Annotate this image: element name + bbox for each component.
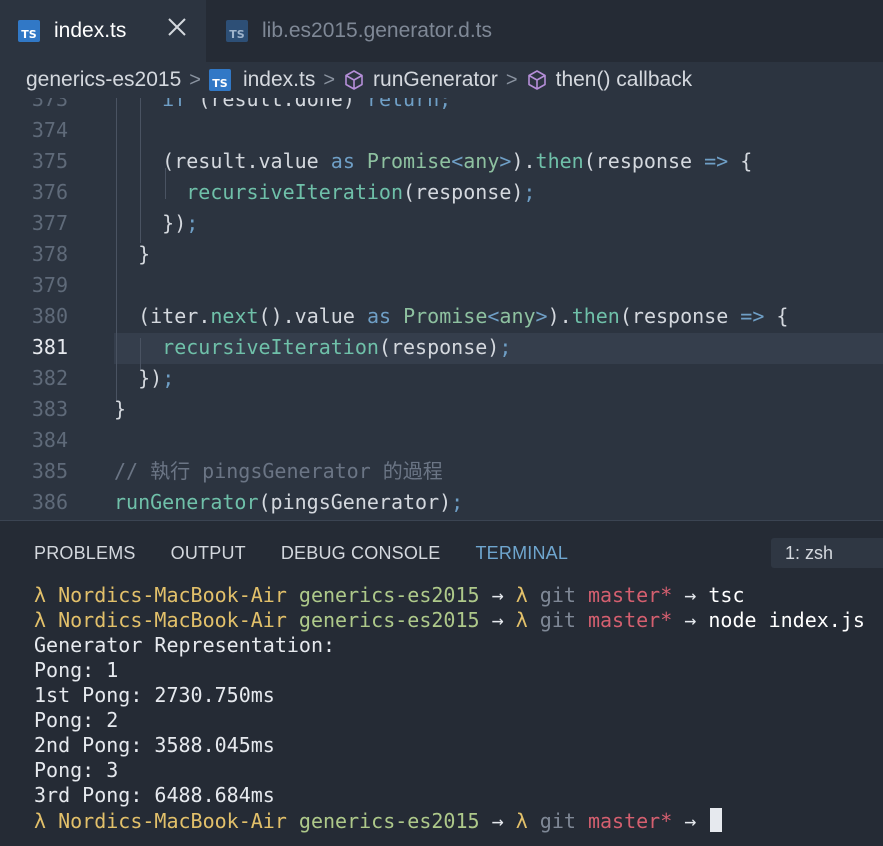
code-text: // 執行 pingsGenerator 的過程 <box>114 459 443 483</box>
tab-label: index.ts <box>54 19 127 42</box>
code-text: (iter.next().value as Promise<any>).then… <box>138 304 789 328</box>
terminal-output-line: 3rd Pong: 6488.684ms <box>34 783 275 807</box>
line-number: 380 <box>31 304 68 328</box>
line-number: 382 <box>31 366 68 390</box>
breadcrumb-symbol-label: runGenerator <box>373 68 498 91</box>
terminal-output-line: 1st Pong: 2730.750ms <box>34 683 275 707</box>
code-text: runGenerator(pingsGenerator); <box>114 490 464 514</box>
tab-label: lib.es2015.generator.d.ts <box>262 19 492 42</box>
typescript-file-icon: TS <box>208 69 231 91</box>
editor-tab-bar: TS index.ts TS lib.es2015.generator.d.ts <box>0 0 883 62</box>
line-number: 383 <box>31 397 68 421</box>
code-text: } <box>114 397 127 421</box>
line-number: 379 <box>31 273 68 297</box>
line-number: 384 <box>31 428 68 452</box>
tab-output[interactable]: OUTPUT <box>171 543 246 567</box>
code-line[interactable]: 373 if (result.done) return; <box>0 98 883 115</box>
line-number: 386 <box>31 490 68 514</box>
breadcrumb-file[interactable]: TS index.ts <box>208 68 316 92</box>
code-text: (result.value as Promise<any>).then(resp… <box>162 149 753 173</box>
breadcrumb-symbol-then-callback[interactable]: then() callback <box>526 68 693 92</box>
terminal-output-line: 2nd Pong: 3588.045ms <box>34 733 275 757</box>
code-line[interactable]: 380 (iter.next().value as Promise<any>).… <box>0 301 883 332</box>
breadcrumb-symbol-label: then() callback <box>555 68 693 91</box>
code-line[interactable]: 379 <box>0 270 883 301</box>
terminal-select-dropdown[interactable]: 1: zsh <box>771 538 883 568</box>
line-number: 375 <box>31 149 68 173</box>
chevron-right-icon: > <box>189 68 201 91</box>
code-line[interactable]: 386 runGenerator(pingsGenerator); <box>0 487 883 518</box>
line-number: 378 <box>31 242 68 266</box>
chevron-right-icon: > <box>323 68 336 91</box>
code-text: recursiveIteration(response); <box>186 180 536 204</box>
code-line[interactable]: 375 (result.value as Promise<any>).then(… <box>0 146 883 177</box>
code-editor[interactable]: 373 if (result.done) return; 374 375 (resu… <box>0 98 883 520</box>
breadcrumb: generics-es2015 > TS index.ts > runGener… <box>0 62 883 98</box>
typescript-file-icon: TS <box>226 20 248 42</box>
terminal-output-line: Pong: 1 <box>34 658 119 682</box>
tab-problems[interactable]: PROBLEMS <box>34 543 136 567</box>
symbol-method-icon <box>345 70 363 90</box>
code-text: if (result.done) return; <box>162 98 452 111</box>
terminal-prompt-line: λ Nordics-MacBook-Air generics-es2015 → … <box>34 808 865 834</box>
code-line[interactable]: 384 <box>0 425 883 456</box>
code-text: } <box>138 242 151 266</box>
code-line[interactable]: 382 }); <box>0 363 883 394</box>
terminal-cursor <box>710 808 723 832</box>
code-line[interactable]: 376 recursiveIteration(response); <box>0 177 883 208</box>
code-text: }); <box>138 366 175 390</box>
line-number: 373 <box>31 98 68 111</box>
terminal-output-line: Pong: 3 <box>34 758 119 782</box>
line-number: 381 <box>31 335 68 359</box>
code-text: }); <box>162 211 199 235</box>
line-number: 377 <box>31 211 68 235</box>
code-line[interactable]: 385 // 執行 pingsGenerator 的過程 <box>0 456 883 487</box>
terminal-output-line: Pong: 2 <box>34 708 119 732</box>
breadcrumb-folder-label: generics-es2015 <box>26 68 182 91</box>
code-line[interactable]: 374 <box>0 115 883 146</box>
bottom-panel: PROBLEMS OUTPUT DEBUG CONSOLE TERMINAL 1… <box>0 520 883 846</box>
terminal-prompt-line: λ Nordics-MacBook-Air generics-es2015 → … <box>34 583 745 607</box>
chevron-right-icon: > <box>505 68 518 91</box>
breadcrumb-symbol-rungenerator[interactable]: runGenerator <box>343 68 498 92</box>
typescript-file-icon: TS <box>18 20 40 42</box>
panel-tab-bar: PROBLEMS OUTPUT DEBUG CONSOLE TERMINAL <box>34 543 603 567</box>
terminal-prompt-line: λ Nordics-MacBook-Air generics-es2015 → … <box>34 608 865 632</box>
breadcrumb-file-label: index.ts <box>242 68 316 91</box>
symbol-method-icon <box>527 70 546 90</box>
line-number: 374 <box>31 118 68 142</box>
breadcrumb-folder[interactable]: generics-es2015 <box>26 68 181 92</box>
tab-debug-console[interactable]: DEBUG CONSOLE <box>281 543 441 567</box>
code-line[interactable]: 377 }); <box>0 208 883 239</box>
tab-lib-es2015-generator[interactable]: TS lib.es2015.generator.d.ts <box>206 0 536 62</box>
code-text: recursiveIteration(response); <box>162 335 512 359</box>
tab-index-ts[interactable]: TS index.ts <box>0 0 206 62</box>
code-line[interactable]: 378 } <box>0 239 883 270</box>
terminal-output-line: Generator Representation: <box>34 633 336 657</box>
tab-terminal[interactable]: TERMINAL <box>475 543 568 567</box>
line-number: 385 <box>31 459 68 483</box>
code-line[interactable]: 383} <box>0 394 883 425</box>
code-line[interactable]: 381 recursiveIteration(response); <box>0 332 883 363</box>
close-icon[interactable] <box>166 16 188 38</box>
line-number: 376 <box>31 180 68 204</box>
terminal-output[interactable]: λ Nordics-MacBook-Air generics-es2015 → … <box>34 583 865 834</box>
